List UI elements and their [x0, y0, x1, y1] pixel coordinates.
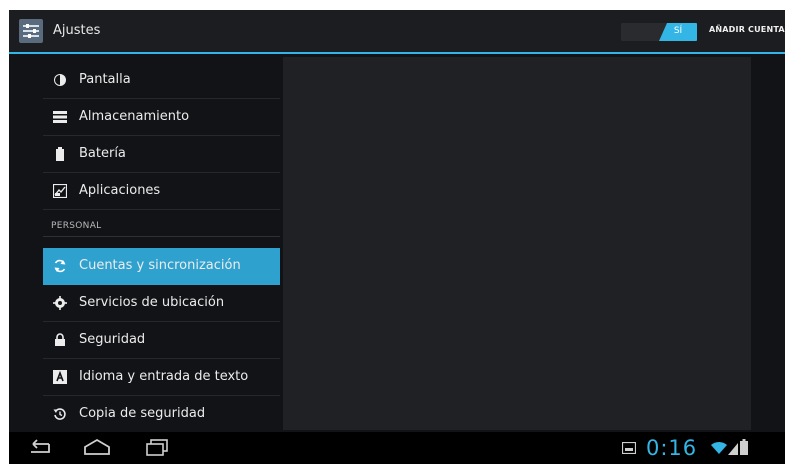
sidebar-item-idioma-entrada[interactable]: Idioma y entrada de texto	[43, 359, 280, 396]
sidebar-item-almacenamiento[interactable]: Almacenamiento	[43, 99, 280, 136]
battery-status-icon	[740, 439, 748, 455]
sidebar-item-copia-seguridad[interactable]: Copia de seguridad	[43, 396, 280, 433]
sidebar-item-pantalla[interactable]: Pantalla	[43, 62, 280, 99]
backup-icon	[53, 408, 66, 420]
settings-list: Pantalla Almacenamiento Batería Aplicaci…	[43, 62, 280, 434]
language-icon	[53, 370, 67, 384]
sidebar-item-label: Almacenamiento	[79, 109, 190, 124]
back-icon[interactable]	[21, 436, 57, 460]
sidebar-item-label: Seguridad	[79, 332, 146, 347]
toggle-thumb: SÍ	[659, 23, 697, 41]
tablet-screen: Ajustes SÍ AÑADIR CUENTA Pantalla Almace…	[9, 10, 785, 464]
toggle-label: SÍ	[673, 26, 683, 36]
section-header-personal: PERSONAL	[51, 221, 102, 231]
action-bar: Ajustes SÍ AÑADIR CUENTA	[9, 10, 785, 54]
wifi-icon	[711, 441, 727, 454]
brightness-icon	[54, 74, 66, 86]
sidebar-item-cuentas-sincronizacion[interactable]: Cuentas y sincronización	[43, 248, 280, 285]
add-account-button[interactable]: AÑADIR CUENTA	[709, 25, 785, 34]
app-title: Ajustes	[53, 23, 101, 38]
section-divider	[43, 236, 280, 237]
signal-icon	[728, 443, 738, 455]
settings-app-icon[interactable]	[19, 19, 43, 43]
sidebar-item-label: Batería	[79, 146, 126, 161]
home-icon[interactable]	[79, 436, 115, 460]
apps-icon	[53, 184, 67, 198]
battery-icon	[56, 147, 64, 161]
lock-icon	[55, 333, 65, 346]
location-icon	[53, 296, 67, 310]
sidebar-item-label: Copia de seguridad	[79, 406, 206, 421]
detail-pane	[283, 57, 751, 430]
sync-icon	[54, 259, 66, 273]
recent-apps-icon[interactable]	[139, 436, 175, 460]
system-navigation-bar: 0:16	[9, 432, 785, 464]
sidebar-item-seguridad[interactable]: Seguridad	[43, 322, 280, 359]
sidebar-item-label: Idioma y entrada de texto	[79, 369, 249, 384]
sidebar-item-label: Pantalla	[79, 72, 131, 87]
sidebar-item-label: Cuentas y sincronización	[79, 258, 241, 273]
sidebar-item-label: Aplicaciones	[79, 183, 161, 198]
sidebar-item-label: Servicios de ubicación	[79, 295, 225, 310]
sidebar-item-aplicaciones[interactable]: Aplicaciones	[43, 173, 280, 210]
sidebar-item-servicios-ubicacion[interactable]: Servicios de ubicación	[43, 285, 280, 322]
notification-gallery-icon	[622, 442, 636, 454]
clock: 0:16	[646, 436, 698, 460]
sidebar-item-bateria[interactable]: Batería	[43, 136, 280, 173]
storage-icon	[53, 111, 67, 123]
sync-toggle-switch[interactable]: SÍ	[621, 23, 697, 41]
